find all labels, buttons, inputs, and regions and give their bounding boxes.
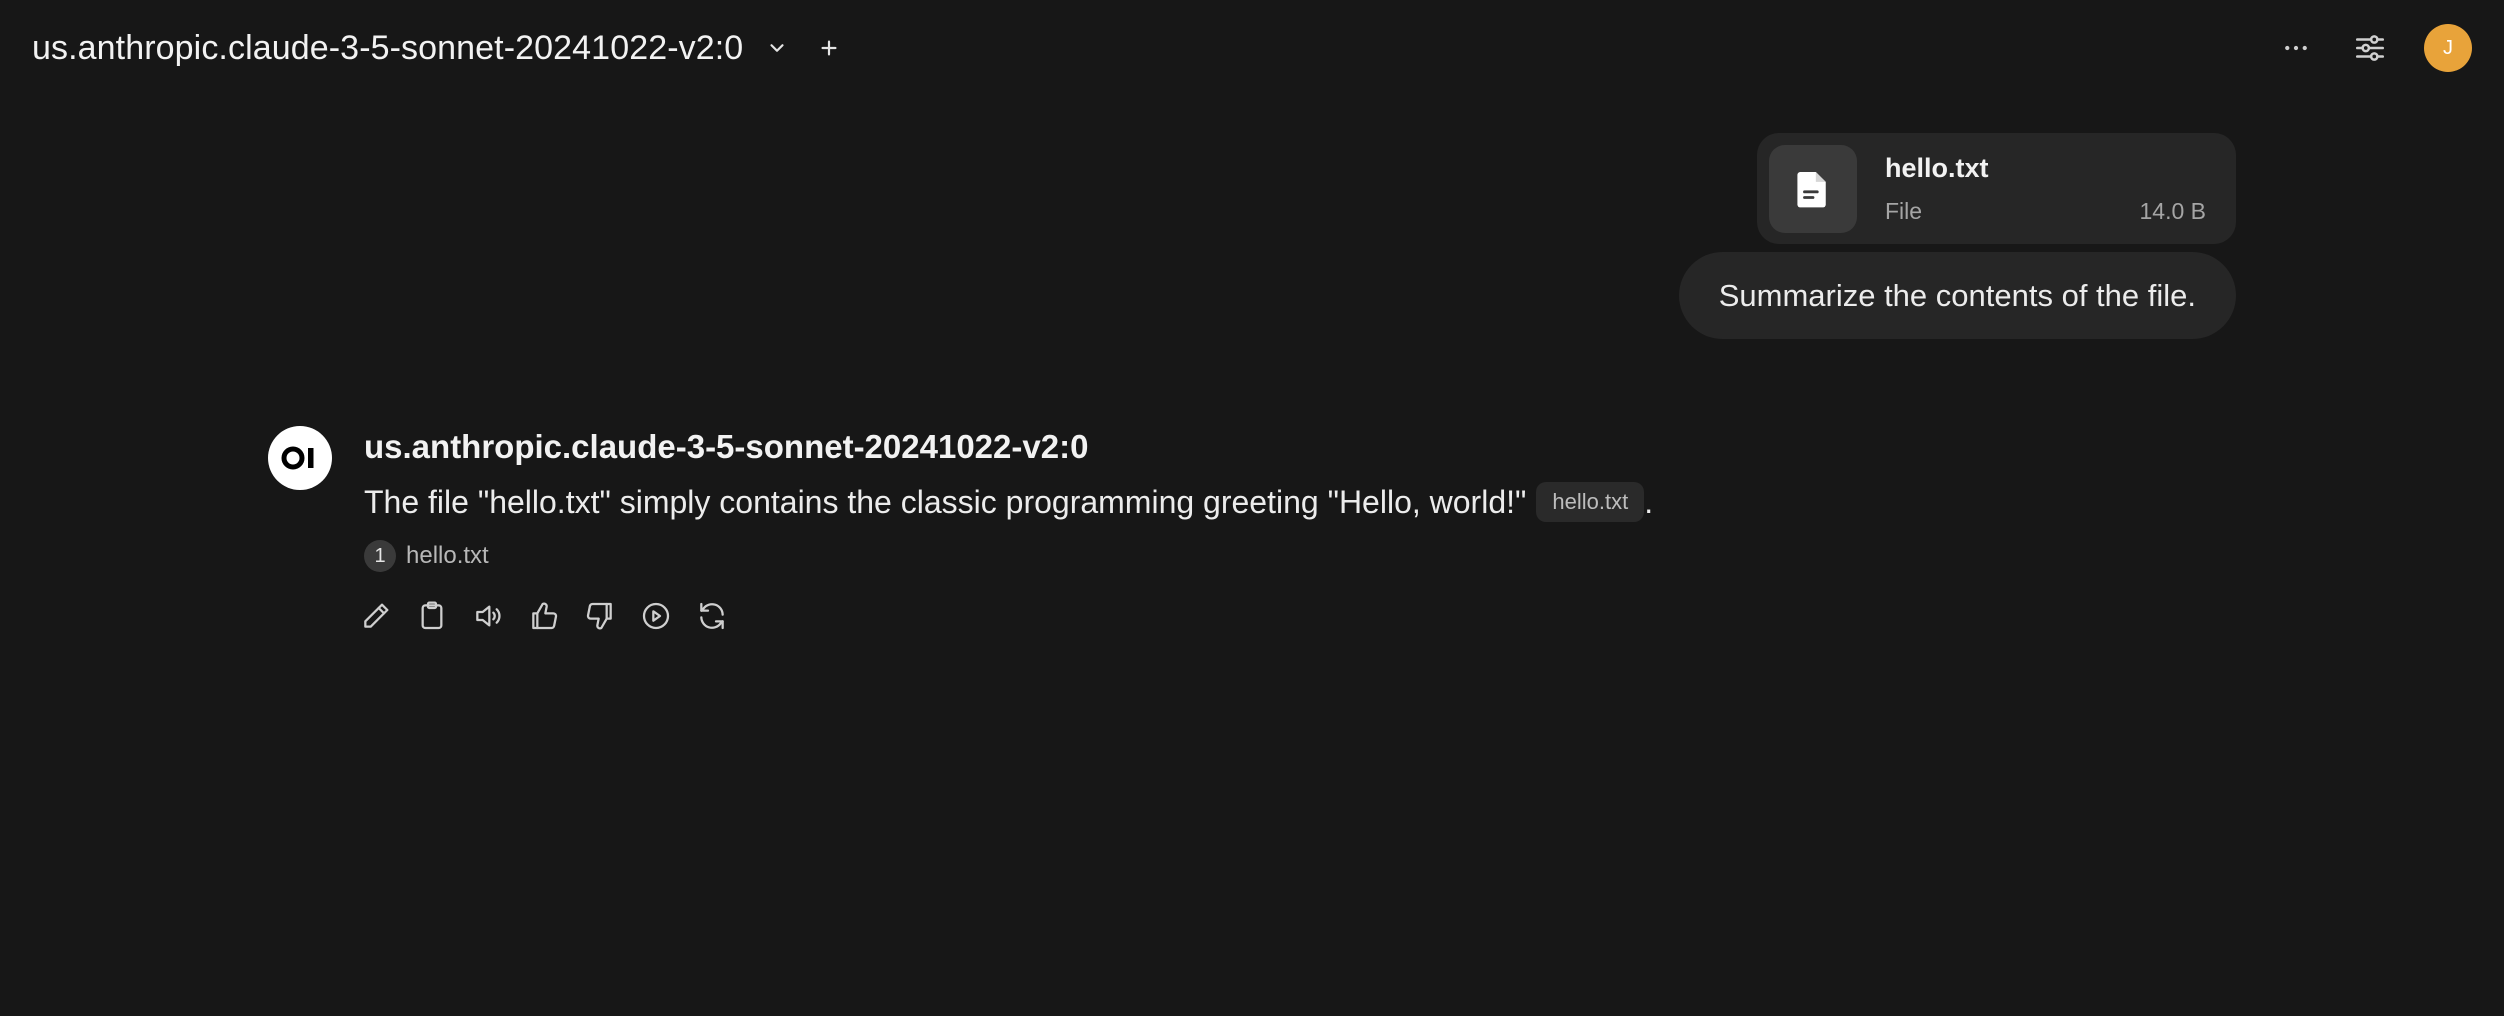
continue-icon[interactable] xyxy=(638,598,674,634)
user-avatar[interactable]: J xyxy=(2424,24,2472,72)
file-size: 14.0 B xyxy=(2139,197,2207,224)
read-aloud-icon[interactable] xyxy=(470,598,506,634)
assistant-response: The file "hello.txt" simply contains the… xyxy=(364,482,1653,522)
more-options-icon[interactable] xyxy=(2272,24,2320,72)
controls-sliders-icon[interactable] xyxy=(2346,24,2394,72)
response-trailing: . xyxy=(1644,483,1654,520)
source-name: hello.txt xyxy=(406,542,489,569)
add-model-button[interactable] xyxy=(813,32,845,64)
top-right-controls: J xyxy=(2272,20,2472,76)
avatar-initial: J xyxy=(2443,36,2453,59)
message-actions xyxy=(358,598,1653,634)
assistant-message: us.anthropic.claude-3-5-sonnet-20241022-… xyxy=(364,428,1653,634)
file-name: hello.txt xyxy=(1885,152,1989,183)
thumbs-down-icon[interactable] xyxy=(582,598,618,634)
file-type: File xyxy=(1885,197,1923,224)
regenerate-icon[interactable] xyxy=(694,598,730,634)
source-item[interactable]: 1 hello.txt xyxy=(364,540,1653,572)
assistant-logo-icon xyxy=(268,426,332,490)
source-index: 1 xyxy=(364,540,396,572)
citation-chip[interactable]: hello.txt xyxy=(1536,482,1645,522)
chevron-down-icon[interactable] xyxy=(761,32,793,64)
user-message-bubble: Summarize the contents of the file. xyxy=(1678,252,2236,339)
assistant-response-text: The file "hello.txt" simply contains the… xyxy=(364,483,1527,520)
top-bar: us.anthropic.claude-3-5-sonnet-20241022-… xyxy=(0,0,2504,96)
thumbs-up-icon[interactable] xyxy=(526,598,562,634)
file-meta: hello.txt File 14.0 B xyxy=(1885,153,2224,225)
attached-file-card[interactable]: hello.txt File 14.0 B xyxy=(1757,133,2236,244)
model-selector-title[interactable]: us.anthropic.claude-3-5-sonnet-20241022-… xyxy=(32,29,743,68)
assistant-model-name: us.anthropic.claude-3-5-sonnet-20241022-… xyxy=(364,428,1089,465)
copy-icon[interactable] xyxy=(414,598,450,634)
document-icon xyxy=(1769,144,1857,233)
file-details: File 14.0 B xyxy=(1885,198,2206,225)
edit-icon[interactable] xyxy=(358,598,394,634)
